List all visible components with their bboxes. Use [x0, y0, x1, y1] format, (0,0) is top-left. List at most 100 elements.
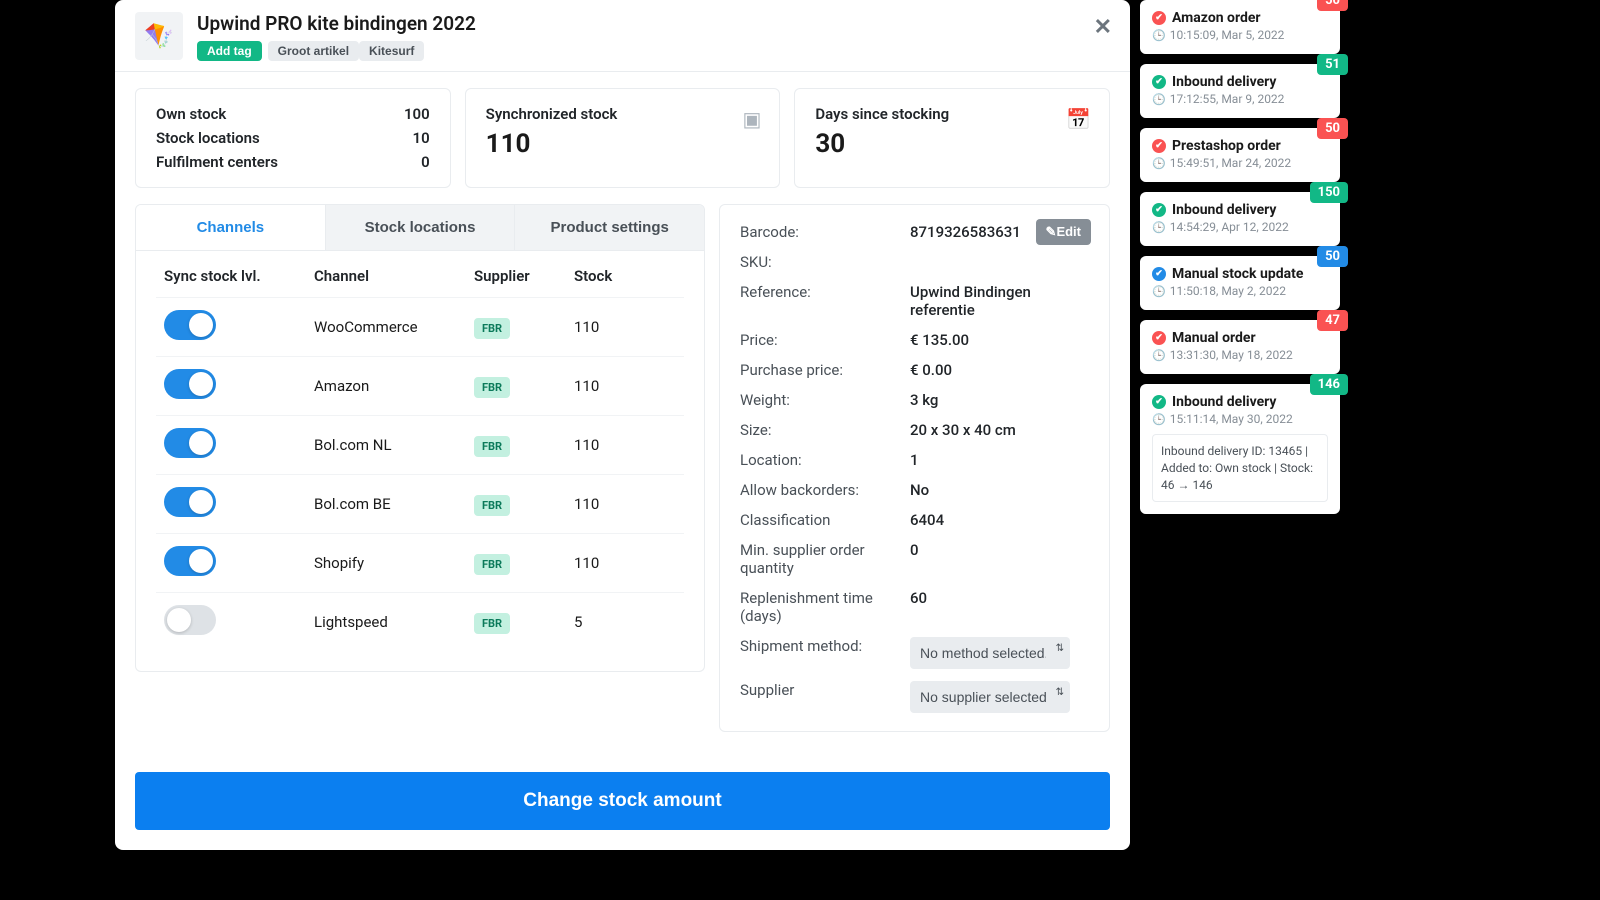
detail-value: € 135.00	[910, 331, 1089, 349]
supplier-badge: FBR	[474, 495, 510, 516]
feed-item-title: Inbound delivery	[1172, 394, 1276, 410]
detail-label: Barcode:	[740, 223, 910, 241]
channel-name: Bol.com BE	[314, 495, 474, 513]
count-badge: 50	[1317, 246, 1348, 267]
feed-item-time: 14:54:29, Apr 12, 2022	[1170, 220, 1289, 234]
status-icon: ✔	[1152, 203, 1166, 217]
feed-item-detail: Inbound delivery ID: 13465 | Added to: O…	[1152, 434, 1328, 502]
col-supplier: Supplier	[474, 267, 574, 285]
supplier-label: Supplier	[740, 681, 910, 713]
channel-name: Bol.com NL	[314, 436, 474, 454]
detail-value: 60	[910, 589, 1089, 625]
feed-item-title: Manual stock update	[1172, 266, 1303, 282]
days-since-value: 30	[815, 129, 1089, 159]
feed-item[interactable]: 50 ✔Manual stock update 🕒11:50:18, May 2…	[1140, 256, 1340, 310]
tag-pill[interactable]: Kitesurf	[359, 41, 424, 61]
shipment-method-label: Shipment method:	[740, 637, 910, 669]
detail-label: Purchase price:	[740, 361, 910, 379]
detail-value: 20 x 30 x 40 cm	[910, 421, 1089, 439]
detail-value: 0	[910, 541, 1089, 577]
supplier-badge: FBR	[474, 554, 510, 575]
clock-icon: 🕒	[1152, 285, 1166, 298]
supplier-select[interactable]: No supplier selected	[910, 681, 1070, 713]
detail-label: Price:	[740, 331, 910, 349]
status-icon: ✔	[1152, 395, 1166, 409]
activity-feed: 50 ✔Amazon order 🕒10:15:09, Mar 5, 2022 …	[1140, 0, 1340, 850]
count-badge: 150	[1310, 182, 1348, 203]
days-since-label: Days since stocking	[815, 105, 1089, 123]
count-badge: 50	[1317, 0, 1348, 11]
count-badge: 50	[1317, 118, 1348, 139]
feed-item[interactable]: 47 ✔Manual order 🕒13:31:30, May 18, 2022	[1140, 320, 1340, 374]
sync-toggle[interactable]	[164, 546, 216, 576]
supplier-badge: FBR	[474, 613, 510, 634]
count-badge: 146	[1310, 374, 1348, 395]
cubes-icon: ▣	[742, 107, 761, 131]
feed-item[interactable]: 150 ✔Inbound delivery 🕒14:54:29, Apr 12,…	[1140, 192, 1340, 246]
status-icon: ✔	[1152, 75, 1166, 89]
product-details-panel: ✎Edit Barcode:8719326583631SKU:Reference…	[719, 204, 1110, 732]
supplier-badge: FBR	[474, 318, 510, 339]
locations-value: 10	[413, 129, 430, 147]
status-icon: ✔	[1152, 267, 1166, 281]
clock-icon: 🕒	[1152, 157, 1166, 170]
sync-toggle[interactable]	[164, 310, 216, 340]
channel-name: Amazon	[314, 377, 474, 395]
channel-name: Lightspeed	[314, 613, 474, 631]
channels-table: Sync stock lvl. Channel Supplier Stock W…	[135, 251, 705, 672]
tab-product-settings[interactable]: Product settings	[514, 205, 704, 250]
feed-item[interactable]: 50 ✔Amazon order 🕒10:15:09, Mar 5, 2022	[1140, 0, 1340, 54]
col-sync: Sync stock lvl.	[164, 267, 314, 285]
detail-label: Location:	[740, 451, 910, 469]
channel-row: Shopify FBR 110	[156, 533, 684, 592]
own-stock-card: Own stock100 Stock locations10 Fulfilmen…	[135, 88, 451, 188]
fc-value: 0	[421, 153, 430, 171]
feed-item[interactable]: 51 ✔Inbound delivery 🕒17:12:55, Mar 9, 2…	[1140, 64, 1340, 118]
days-since-card: 📅 Days since stocking 30	[794, 88, 1110, 188]
channel-name: WooCommerce	[314, 318, 474, 336]
channel-stock: 110	[574, 495, 654, 513]
status-icon: ✔	[1152, 139, 1166, 153]
clock-icon: 🕒	[1152, 413, 1166, 426]
edit-button[interactable]: ✎Edit	[1036, 219, 1091, 245]
feed-item[interactable]: 50 ✔Prestashop order 🕒15:49:51, Mar 24, …	[1140, 128, 1340, 182]
change-stock-button[interactable]: Change stock amount	[135, 772, 1110, 830]
sync-toggle[interactable]	[164, 605, 216, 635]
channel-row: Lightspeed FBR 5	[156, 592, 684, 651]
clock-icon: 🕒	[1152, 29, 1166, 42]
tab-channels[interactable]: Channels	[136, 205, 325, 250]
col-channel: Channel	[314, 267, 474, 285]
channel-row: Bol.com NL FBR 110	[156, 415, 684, 474]
feed-item[interactable]: 146 ✔Inbound delivery 🕒15:11:14, May 30,…	[1140, 384, 1340, 514]
sync-toggle[interactable]	[164, 487, 216, 517]
sync-stock-card: ▣ Synchronized stock 110	[465, 88, 781, 188]
sync-toggle[interactable]	[164, 428, 216, 458]
detail-label: Classification	[740, 511, 910, 529]
channel-stock: 110	[574, 554, 654, 572]
shipment-method-select[interactable]: No method selected.	[910, 637, 1070, 669]
detail-value: € 0.00	[910, 361, 1089, 379]
supplier-badge: FBR	[474, 436, 510, 457]
channel-stock: 110	[574, 318, 654, 336]
detail-label: Weight:	[740, 391, 910, 409]
add-tag-button[interactable]: Add tag	[197, 41, 262, 61]
channel-stock: 110	[574, 436, 654, 454]
detail-value: No	[910, 481, 1089, 499]
feed-item-title: Manual order	[1172, 330, 1256, 346]
channel-row: Amazon FBR 110	[156, 356, 684, 415]
sync-toggle[interactable]	[164, 369, 216, 399]
detail-value: 3 kg	[910, 391, 1089, 409]
clock-icon: 🕒	[1152, 221, 1166, 234]
feed-item-time: 13:31:30, May 18, 2022	[1170, 348, 1293, 362]
detail-value: Upwind Bindingen referentie	[910, 283, 1089, 319]
status-icon: ✔	[1152, 331, 1166, 345]
tab-stock-locations[interactable]: Stock locations	[325, 205, 515, 250]
channel-stock: 5	[574, 613, 654, 631]
calendar-icon: 📅	[1066, 107, 1091, 131]
sync-stock-label: Synchronized stock	[486, 105, 760, 123]
feed-item-title: Inbound delivery	[1172, 202, 1276, 218]
product-thumbnail: 🪁	[135, 12, 183, 60]
own-stock-value: 100	[404, 105, 430, 123]
feed-item-time: 11:50:18, May 2, 2022	[1170, 284, 1286, 298]
tag-pill[interactable]: Groot artikel	[268, 41, 359, 61]
